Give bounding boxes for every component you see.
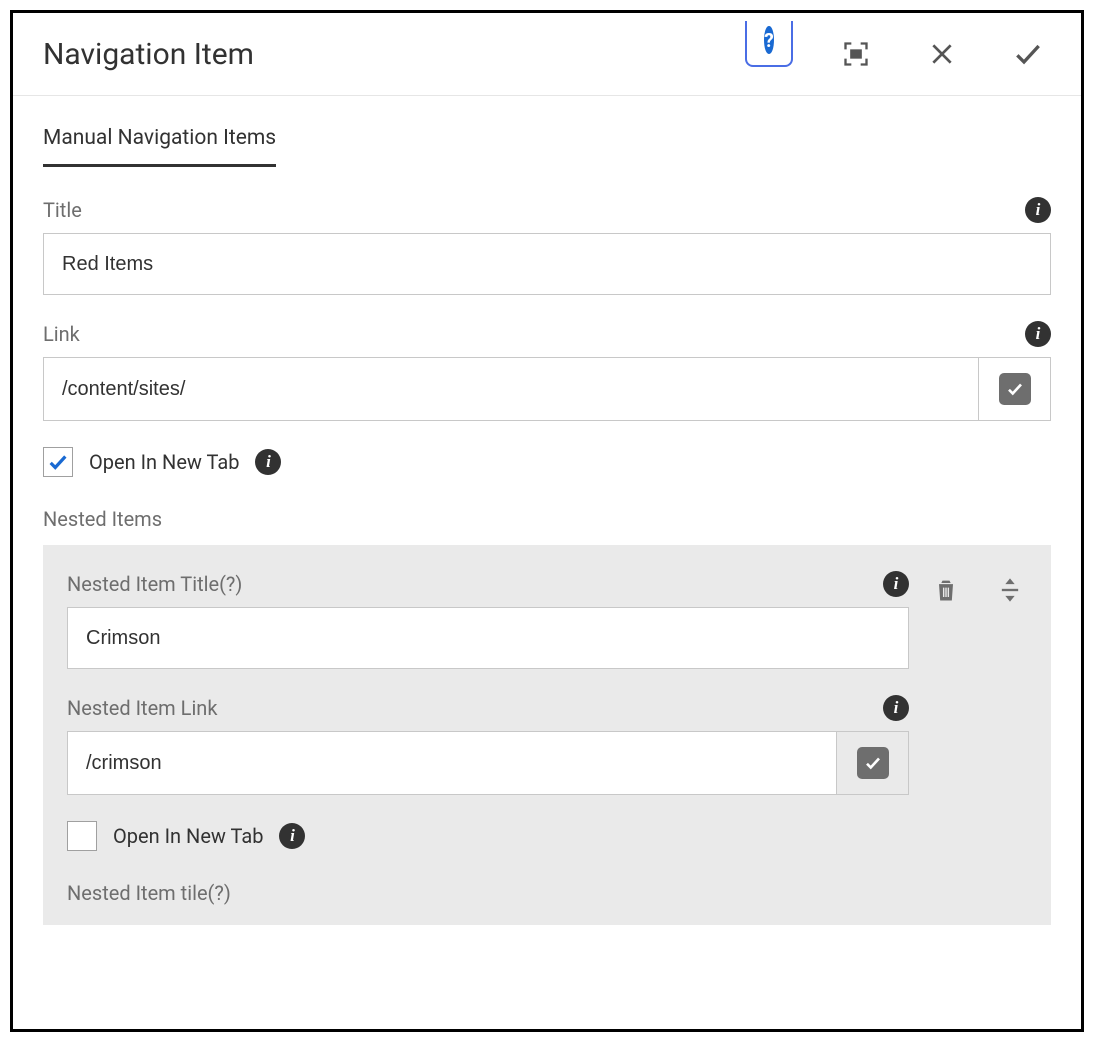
fullscreen-icon (842, 40, 870, 68)
nested-open-new-tab-field: Open In New Tab i (67, 821, 909, 851)
delete-button[interactable] (929, 573, 963, 607)
checkmark-badge-icon (857, 747, 889, 779)
nested-title-input[interactable] (67, 607, 909, 669)
nested-title-field: Nested Item Title(?) i (67, 571, 909, 669)
nested-open-new-tab-checkbox[interactable] (67, 821, 97, 851)
confirm-button[interactable] (1005, 31, 1051, 77)
title-label: Title (43, 198, 82, 222)
link-field: Link i (43, 321, 1051, 421)
reorder-button[interactable] (993, 573, 1027, 607)
open-new-tab-field: Open In New Tab i (43, 447, 1051, 477)
trash-icon (932, 576, 960, 604)
check-icon (47, 451, 69, 473)
info-icon[interactable]: i (255, 449, 281, 475)
dialog-title: Navigation Item (43, 37, 745, 72)
info-icon[interactable]: i (279, 823, 305, 849)
open-new-tab-checkbox[interactable] (43, 447, 73, 477)
link-input[interactable] (44, 358, 978, 420)
dialog-header: Navigation Item ? (13, 13, 1081, 96)
fullscreen-button[interactable] (833, 31, 879, 77)
help-icon: ? (764, 26, 773, 54)
nested-link-label: Nested Item Link (67, 696, 218, 720)
nested-link-field: Nested Item Link i (67, 695, 909, 795)
nested-item-actions (929, 571, 1027, 607)
header-actions: ? (745, 31, 1051, 77)
close-button[interactable] (919, 31, 965, 77)
help-button[interactable]: ? (745, 21, 793, 67)
close-icon (929, 41, 955, 67)
nested-link-input[interactable] (68, 732, 836, 794)
title-input[interactable] (43, 233, 1051, 295)
form-body: Title i Link i Open I (13, 167, 1081, 925)
nested-items-label: Nested Items (43, 507, 1051, 531)
tab-manual-navigation-items[interactable]: Manual Navigation Items (43, 126, 276, 167)
open-new-tab-label: Open In New Tab (89, 450, 239, 474)
nested-item: Nested Item Title(?) i Nested Item Link … (67, 571, 1027, 915)
title-field: Title i (43, 197, 1051, 295)
link-label: Link (43, 322, 80, 346)
info-icon[interactable]: i (1025, 197, 1051, 223)
info-icon[interactable]: i (883, 695, 909, 721)
info-icon[interactable]: i (883, 571, 909, 597)
nested-link-picker-button[interactable] (836, 732, 908, 794)
reorder-icon (996, 576, 1024, 604)
link-picker-button[interactable] (978, 358, 1050, 420)
info-icon[interactable]: i (1025, 321, 1051, 347)
checkmark-badge-icon (999, 373, 1031, 405)
nested-title-label: Nested Item Title(?) (67, 572, 242, 596)
nested-tile-label: Nested Item tile(?) (67, 881, 909, 905)
nested-items-panel: Nested Item Title(?) i Nested Item Link … (43, 545, 1051, 925)
check-icon (1012, 38, 1044, 70)
tabs: Manual Navigation Items (13, 96, 1081, 167)
nested-open-new-tab-label: Open In New Tab (113, 824, 263, 848)
